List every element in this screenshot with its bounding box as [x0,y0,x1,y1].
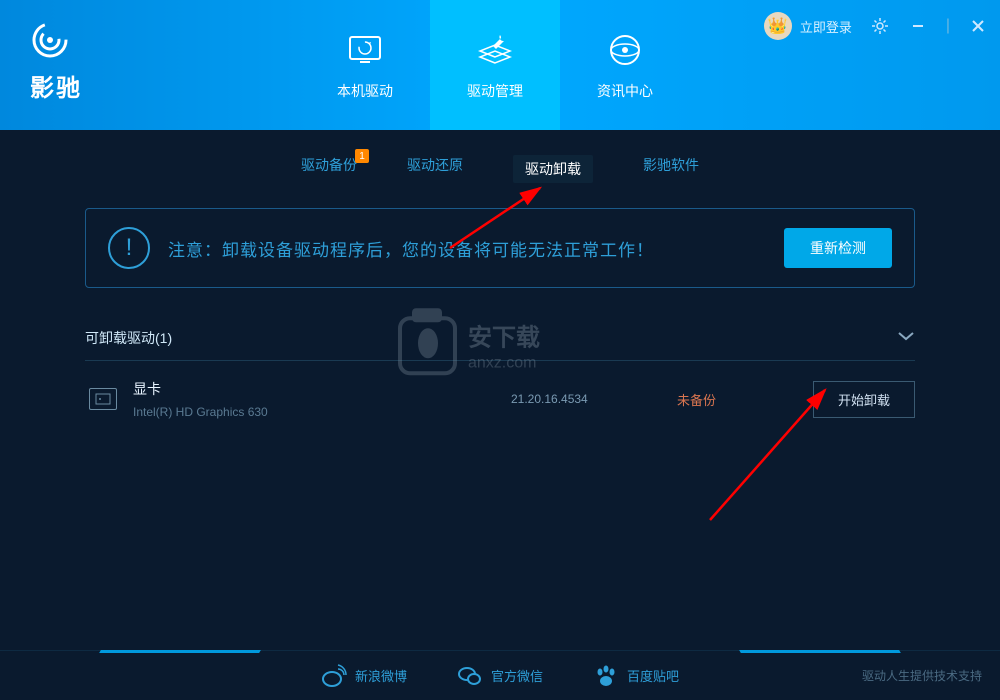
social-label: 百度贴吧 [627,666,679,685]
nav-tab-driver-manage[interactable]: 驱动管理 [430,0,560,130]
main-content: ! 注意：卸载设备驱动程序后，您的设备将可能无法正常工作！ 重新检测 可卸载驱动… [0,198,1000,437]
driver-info: 显卡 Intel(R) HD Graphics 630 [133,379,495,419]
start-uninstall-button[interactable]: 开始卸载 [813,381,915,418]
close-button[interactable] [968,16,988,36]
nav-tab-news[interactable]: 资讯中心 [560,0,690,130]
driver-list-item: 显卡 Intel(R) HD Graphics 630 21.20.16.453… [85,361,915,437]
chevron-down-icon [897,330,915,342]
social-weibo[interactable]: 新浪微博 [321,663,407,689]
window-controls: 👑 立即登录 | [764,12,988,40]
footer: 新浪微博 官方微信 百度贴吧 驱动人生提供技术支持 [0,650,1000,700]
nav-tab-local-driver[interactable]: 本机驱动 [300,0,430,130]
social-label: 新浪微博 [355,666,407,685]
main-nav: 本机驱动 驱动管理 资讯中心 [300,0,690,130]
baidu-paw-icon [593,663,619,689]
sub-tab-backup[interactable]: 驱动备份 1 [301,155,357,183]
collapse-toggle[interactable] [897,329,915,347]
section-title: 可卸载驱动(1) [85,328,172,348]
weibo-icon [321,663,347,689]
app-header: 影驰 本机驱动 驱动管理 资讯中心 👑 立即登录 [0,0,1000,130]
nav-tab-label: 驱动管理 [467,81,523,101]
warning-text: 注意：卸载设备驱动程序后，您的设备将可能无法正常工作！ [168,236,766,261]
social-tieba[interactable]: 百度贴吧 [593,663,679,689]
wechat-icon [457,663,483,689]
warning-exclamation-icon: ! [108,227,150,269]
driver-version: 21.20.16.4534 [511,392,661,406]
driver-model: Intel(R) HD Graphics 630 [133,405,495,419]
nav-tab-label: 本机驱动 [337,81,393,101]
section-header: 可卸载驱动(1) [85,328,915,361]
sub-tab-label: 影驰软件 [643,157,699,173]
sub-tab-label: 驱动备份 [301,157,357,173]
refresh-detect-button[interactable]: 重新检测 [784,228,892,268]
nav-tab-label: 资讯中心 [597,81,653,101]
settings-button[interactable] [870,16,890,36]
display-card-icon [89,388,117,410]
social-label: 官方微信 [491,666,543,685]
globe-icon [604,29,646,71]
minimize-icon [911,19,925,33]
login-label: 立即登录 [800,17,852,36]
separator-icon: | [946,17,950,35]
sub-tab-restore[interactable]: 驱动还原 [407,155,463,183]
monitor-refresh-icon [344,29,386,71]
logo-area: 影驰 [0,0,300,130]
brand-swirl-icon [30,20,70,60]
sub-tab-software[interactable]: 影驰软件 [643,155,699,183]
social-wechat[interactable]: 官方微信 [457,663,543,689]
driver-name: 显卡 [133,379,495,399]
footer-credit: 驱动人生提供技术支持 [862,667,982,684]
minimize-button[interactable] [908,16,928,36]
sub-tab-uninstall[interactable]: 驱动卸载 [513,155,593,183]
brand-name: 影驰 [30,68,82,103]
sub-tab-label: 驱动卸载 [525,161,581,177]
sub-tab-bar: 驱动备份 1 驱动还原 驱动卸载 影驰软件 [0,130,1000,198]
driver-backup-status: 未备份 [677,390,797,409]
close-icon [971,19,985,33]
sub-tab-label: 驱动还原 [407,157,463,173]
avatar-icon: 👑 [764,12,792,40]
warning-banner: ! 注意：卸载设备驱动程序后，您的设备将可能无法正常工作！ 重新检测 [85,208,915,288]
gear-icon [871,17,889,35]
badge-count: 1 [355,149,369,163]
layers-wrench-icon [474,29,516,71]
user-login-area[interactable]: 👑 立即登录 [764,12,852,40]
